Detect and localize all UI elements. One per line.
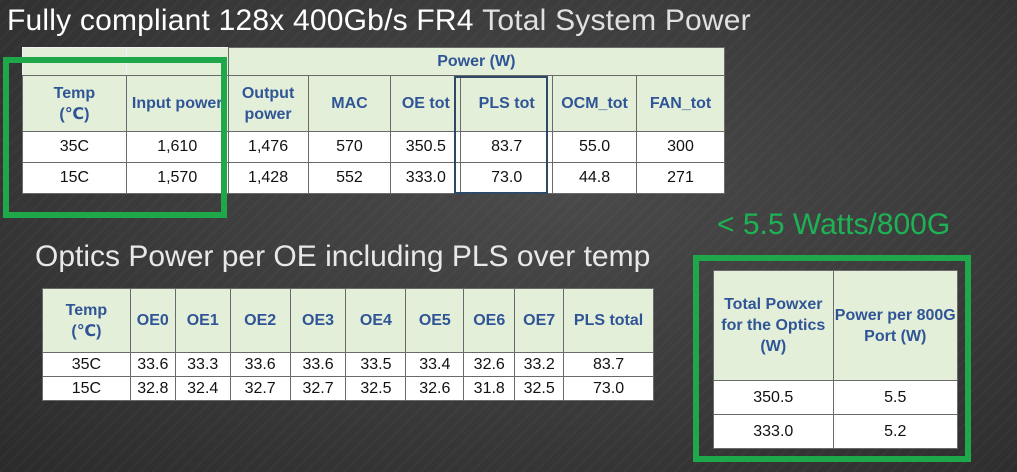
cell-temp: 35C	[42, 352, 131, 377]
oe-power-table: Temp (℃) OE0 OE1 OE2 OE3 OE4 OE5 OE6 OE7 …	[42, 288, 654, 401]
header-oe4: OE4	[345, 288, 407, 353]
cell-ocm: 44.8	[552, 162, 638, 194]
cell-oe5: 32.6	[405, 376, 465, 401]
header-fan-tot: FAN_tot	[636, 75, 725, 132]
cell-oe2: 33.6	[229, 352, 291, 377]
cell-mac: 570	[307, 131, 392, 163]
pls-column-highlight	[454, 76, 548, 194]
cell-temp: 15C	[42, 376, 131, 401]
temp-label: Temp	[65, 301, 108, 319]
slide-title-main: Fully compliant 128x 400Gb/s FR4	[7, 4, 474, 37]
cell-oe3: 33.6	[289, 352, 347, 377]
cell-pls-total: 83.7	[563, 352, 654, 377]
power-per-port-callout: < 5.5 Watts/800G	[717, 208, 951, 241]
header-pls-total: PLS total	[563, 288, 654, 353]
header-oe-tot: OE tot	[390, 75, 462, 132]
cell-oe3: 32.7	[289, 376, 347, 401]
cell-fan: 300	[636, 131, 725, 163]
cell-oe6: 32.6	[463, 352, 516, 377]
cell-oe0: 33.6	[129, 352, 176, 377]
header-oe6: OE6	[463, 288, 516, 353]
cell-oe1: 32.4	[174, 376, 231, 401]
table-row: 35C 33.6 33.3 33.6 33.6 33.5 33.4 32.6 3…	[42, 352, 654, 377]
cell-output: 1,428	[227, 162, 309, 194]
header-oe0: OE0	[129, 288, 176, 353]
cell-oe: 350.5	[390, 131, 462, 163]
header-mac: MAC	[307, 75, 392, 132]
cell-oe4: 33.5	[345, 352, 407, 377]
slide-title-suffix: Total System Power	[482, 4, 751, 37]
power-group-header: Power (W)	[227, 47, 726, 76]
header-oe7: OE7	[514, 288, 565, 353]
cell-oe7: 32.5	[514, 376, 565, 401]
table-row: 15C 32.8 32.4 32.7 32.7 32.5 32.6 31.8 3…	[42, 376, 654, 401]
temp-input-highlight-box	[3, 57, 227, 218]
cell-output: 1,476	[227, 131, 309, 163]
cell-fan: 271	[636, 162, 725, 194]
cell-oe6: 31.8	[463, 376, 516, 401]
header-temp: Temp (℃)	[42, 288, 131, 353]
header-oe2: OE2	[229, 288, 291, 353]
cell-oe7: 33.2	[514, 352, 565, 377]
cell-oe2: 32.7	[229, 376, 291, 401]
temp-unit: (℃)	[71, 322, 102, 340]
cell-oe1: 33.3	[174, 352, 231, 377]
cell-mac: 552	[307, 162, 392, 194]
section-subtitle: Optics Power per OE including PLS over t…	[35, 240, 651, 273]
header-oe1: OE1	[174, 288, 231, 353]
cell-pls-total: 73.0	[563, 376, 654, 401]
header-output-power: Output power	[227, 75, 309, 132]
header-ocm-tot: OCM_tot	[552, 75, 638, 132]
cell-oe5: 33.4	[405, 352, 465, 377]
port-table-highlight-box	[693, 255, 971, 462]
header-oe5: OE5	[405, 288, 465, 353]
cell-oe0: 32.8	[129, 376, 176, 401]
cell-oe4: 32.5	[345, 376, 407, 401]
header-oe3: OE3	[289, 288, 347, 353]
cell-ocm: 55.0	[552, 131, 638, 163]
slide-title: Fully compliant 128x 400Gb/s FR4 Total S…	[7, 4, 751, 38]
cell-oe: 333.0	[390, 162, 462, 194]
